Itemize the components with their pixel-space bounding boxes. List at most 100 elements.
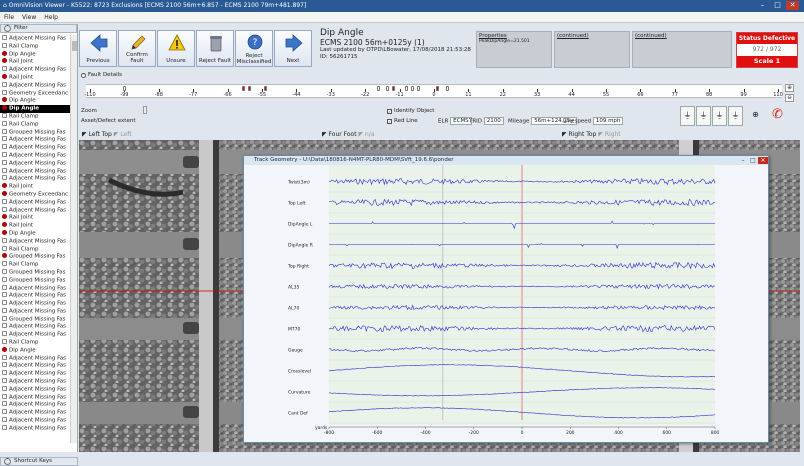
fault-details-toggle[interactable]: ˅ Fault Details: [81, 72, 122, 78]
rail-view-4-icon[interactable]: ⏚: [728, 106, 743, 126]
menu-file[interactable]: File: [0, 12, 18, 23]
fault-list-item[interactable]: Rail Joint: [0, 183, 70, 191]
fault-list-item[interactable]: Adjacent Missing Fas: [0, 401, 70, 409]
fault-list-item-label: Geometry Exceedanc: [9, 191, 68, 198]
reject-fault-button[interactable]: Reject Fault: [196, 30, 234, 67]
zoom-slider[interactable]: [143, 106, 147, 114]
fault-list-item[interactable]: Adjacent Missing Fas: [0, 362, 70, 370]
reject-misclassified-button[interactable]: ? Reject Misclassified: [235, 30, 273, 67]
fault-list-item[interactable]: Adjacent Missing Fas: [0, 370, 70, 378]
fault-list-item[interactable]: Adjacent Missing Fas: [0, 167, 70, 176]
fault-list-item[interactable]: Rail Clamp: [0, 42, 70, 51]
fault-list-item[interactable]: Adjacent Missing Fas: [0, 323, 70, 331]
menu-view[interactable]: View: [18, 12, 40, 23]
position-ruler[interactable]: -110 -99 -88 -77 -66 -55 -44 -33 -22 -11 0 11 22 33 44…: [84, 84, 783, 98]
fault-list-item[interactable]: Adjacent Missing Fas: [0, 237, 70, 246]
target-icon[interactable]: ⊕: [748, 106, 763, 126]
fault-list-item[interactable]: Adjacent Missing Fas: [0, 354, 70, 363]
fault-list-item[interactable]: Adjacent Missing Fas: [0, 175, 70, 183]
rail-view-1-icon[interactable]: ⏚: [680, 106, 695, 126]
fault-list-scrollbar[interactable]: [70, 35, 77, 443]
fault-marker[interactable]: [248, 86, 252, 91]
asset-marker[interactable]: [445, 86, 449, 91]
fault-list-item[interactable]: Dip Angle: [0, 97, 70, 105]
fault-list-item[interactable]: Dip Angle: [0, 229, 70, 238]
unsure-button[interactable]: Unsure: [157, 30, 195, 67]
minimize-button[interactable]: –: [756, 1, 769, 10]
fault-list-item[interactable]: Rail Clamp: [0, 120, 70, 129]
next-button[interactable]: Next: [274, 30, 312, 67]
fault-list-item[interactable]: Geometry Exceedanc: [0, 190, 70, 199]
popup-minimize-button[interactable]: –: [738, 157, 748, 164]
fault-list-item[interactable]: Rail Joint: [0, 214, 70, 222]
fault-list-item[interactable]: Adjacent Missing Fas: [0, 417, 70, 425]
asset-marker[interactable]: [404, 86, 408, 91]
fault-list-item[interactable]: Adjacent Missing Fas: [0, 151, 70, 160]
fault-list-item[interactable]: Adjacent Missing Fas: [0, 284, 70, 293]
fault-list-item[interactable]: Adjacent Missing Fas: [0, 81, 70, 90]
fault-list-item[interactable]: Adjacent Missing Fas: [0, 385, 70, 394]
fault-list-item[interactable]: Dip Angle: [0, 346, 70, 355]
fault-list-item[interactable]: Geometry Exceedanc: [0, 89, 70, 98]
fault-list-item[interactable]: Rail Joint: [0, 222, 70, 230]
confirm-fault-button[interactable]: Confirm Fault: [118, 30, 156, 67]
zoom-in-icon[interactable]: ⊕: [785, 84, 794, 92]
previous-button[interactable]: Previous: [79, 30, 117, 67]
fault-list-item[interactable]: Adjacent Missing Fas: [0, 66, 70, 74]
fault-list-item[interactable]: Adjacent Missing Fas: [0, 409, 70, 417]
asset-marker[interactable]: [376, 86, 380, 91]
fault-list-item[interactable]: Grouped Missing Fas: [0, 253, 70, 261]
fault-list-item[interactable]: Dip Angle: [0, 50, 70, 59]
fault-list-item[interactable]: Adjacent Missing Fas: [0, 136, 70, 144]
fault-list-item[interactable]: Grouped Missing Fas: [0, 315, 70, 324]
rail-view-3-icon[interactable]: ⏚: [712, 106, 727, 126]
fault-list-item[interactable]: Rail Clamp: [0, 261, 70, 269]
fault-list-item[interactable]: Adjacent Missing Fas: [0, 300, 70, 308]
asset-marker[interactable]: [123, 86, 127, 91]
fault-list-item[interactable]: Rail Joint: [0, 73, 70, 82]
fault-list-item[interactable]: Adjacent Missing Fas: [0, 292, 70, 300]
zoom-out-icon[interactable]: ⊖: [785, 94, 794, 102]
fault-list-item[interactable]: Grouped Missing Fas: [0, 268, 70, 277]
identify-object-checkbox[interactable]: ✓ Identify Object: [387, 108, 434, 114]
maximize-button[interactable]: □: [771, 1, 784, 10]
fault-list-item-label: Adjacent Missing Fas: [9, 285, 67, 291]
track-geometry-chart[interactable]: Twist(3m) Top Left DipAngle L DipAngle R Top…: [244, 165, 768, 442]
fault-list-item[interactable]: Adjacent Missing Fas: [0, 206, 70, 215]
track-geometry-window[interactable]: Track Geometry - U:\Data\180816-N4MT-PLR…: [243, 155, 769, 443]
asset-marker[interactable]: [411, 86, 415, 91]
phone-icon[interactable]: ✆: [770, 106, 785, 126]
fault-list-item[interactable]: Dip Angle: [0, 105, 70, 113]
fault-list-item[interactable]: Adjacent Missing Fas: [0, 35, 70, 43]
fault-list-item[interactable]: Adjacent Missing Fas: [0, 307, 70, 316]
shortcut-keys-toggle[interactable]: ˅ Shortcut Keys: [0, 457, 78, 466]
fault-marker[interactable]: [392, 86, 396, 91]
fault-list-item[interactable]: Grouped Missing Fas: [0, 276, 70, 285]
fault-list-item[interactable]: Adjacent Missing Fas: [0, 393, 70, 402]
fault-list-item[interactable]: Adjacent Missing Fas: [0, 331, 70, 339]
fault-list-item[interactable]: Rail Clamp: [0, 339, 70, 347]
fault-list-item[interactable]: Adjacent Missing Fas: [0, 144, 70, 152]
fault-list-item[interactable]: Rail Clamp: [0, 245, 70, 254]
menu-help[interactable]: Help: [40, 12, 62, 23]
close-button[interactable]: ✕: [786, 1, 799, 10]
fault-marker[interactable]: [242, 86, 246, 91]
fault-marker[interactable]: [264, 86, 268, 91]
fault-marker[interactable]: [436, 86, 440, 91]
red-line-checkbox[interactable]: ✓ Red Line: [387, 118, 418, 124]
fault-list-item[interactable]: Adjacent Missing Fas: [0, 198, 70, 207]
scrollbar-thumb[interactable]: [72, 41, 77, 51]
rail-view-2-icon[interactable]: ⏚: [696, 106, 711, 126]
asset-marker[interactable]: [386, 86, 390, 91]
asset-marker[interactable]: [417, 86, 421, 91]
fault-list-item[interactable]: Grouped Missing Fas: [0, 128, 70, 137]
fault-list-item[interactable]: Adjacent Missing Fas: [0, 424, 70, 433]
fault-list-item[interactable]: Rail Joint: [0, 58, 70, 66]
fault-list-item[interactable]: Adjacent Missing Fas: [0, 159, 70, 168]
fault-list-item[interactable]: Rail Clamp: [0, 112, 70, 121]
filter-header[interactable]: ˅ Filter: [0, 24, 77, 33]
popup-close-button[interactable]: ✕: [758, 157, 768, 164]
fault-list-item[interactable]: Adjacent Missing Fas: [0, 378, 70, 386]
popup-maximize-button[interactable]: □: [748, 157, 758, 164]
channel-label: AL35: [288, 285, 299, 291]
